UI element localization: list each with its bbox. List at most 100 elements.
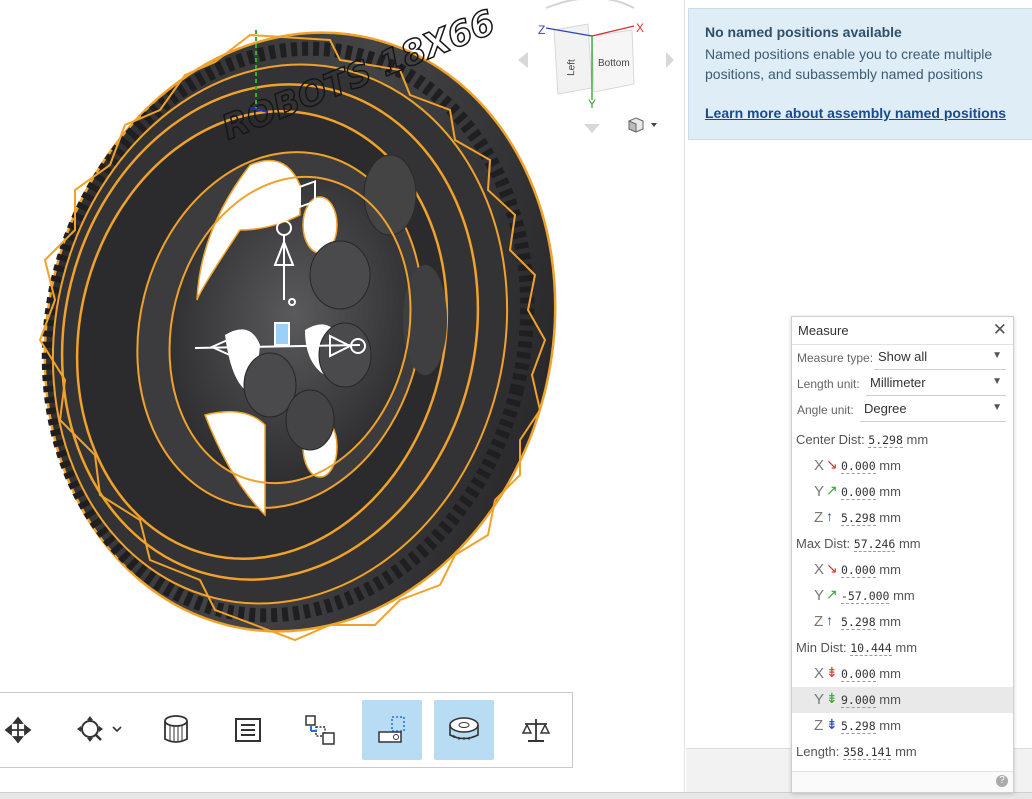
max-dx-row: X ↘ 0.000 mm [792, 557, 1013, 583]
measure-title: Measure [798, 323, 849, 338]
measure-dialog: Measure ✕ Measure type: Show all ▼ Lengt… [791, 316, 1014, 793]
section-view-icon [164, 715, 188, 743]
max-dist-label: Max Dist: [796, 536, 851, 551]
measure-type-select[interactable]: Show all ▼ [874, 347, 1006, 370]
named-positions-info: No named positions available Named posit… [688, 8, 1032, 140]
min-dx-value[interactable]: 0.000 [841, 667, 876, 682]
min-dy-row[interactable]: Y ⇟ 9.000 mm [792, 687, 1013, 713]
center-dz-unit: mm [879, 510, 901, 525]
help-icon[interactable]: ? [996, 775, 1008, 787]
measure-footer: ? [792, 771, 1013, 792]
min-dz-value[interactable]: 5.298 [841, 719, 876, 734]
info-description: Named positions enable you to create mul… [705, 46, 993, 82]
min-dx-row: X ⇟ 0.000 mm [792, 661, 1013, 687]
cube-view-icon [628, 117, 657, 133]
move-icon [4, 716, 32, 744]
view-cube-axis-z: Z [538, 23, 545, 37]
move-button[interactable] [0, 700, 48, 760]
measure-header: Measure ✕ [792, 317, 1013, 345]
max-dx-unit: mm [879, 562, 901, 577]
chevron-down-icon: ▼ [992, 402, 1002, 413]
angle-unit-label: Angle unit: [797, 403, 854, 417]
center-dx-unit: mm [879, 458, 901, 473]
mass-properties-icon [521, 719, 551, 742]
zoom-button[interactable] [58, 700, 138, 760]
view-cube[interactable]: Z X Y Left Bottom [516, 0, 676, 145]
max-dx-value[interactable]: 0.000 [841, 563, 876, 578]
min-dist-unit: mm [895, 640, 918, 655]
center-dist-unit: mm [906, 432, 929, 447]
center-dz-row: Z ↑ 5.298 mm [792, 505, 1013, 531]
chevron-down-icon: ▼ [992, 376, 1002, 387]
min-dz-unit: mm [879, 718, 901, 733]
close-icon[interactable]: ✕ [993, 320, 1007, 340]
named-positions-button[interactable] [362, 700, 422, 760]
z-axis-label: Z [814, 509, 824, 526]
y-axis-label: Y [814, 691, 825, 708]
x-axis-label: X [814, 665, 825, 682]
graphics-viewport[interactable]: ROBOTS 18X66 Z X Y Left Bottom [0, 0, 684, 798]
min-dx-unit: mm [879, 666, 901, 681]
section-view-button[interactable] [146, 700, 206, 760]
max-dist-unit: mm [898, 536, 921, 551]
x-axis-label: X [814, 457, 825, 474]
max-dist-value[interactable]: 57.246 [853, 537, 896, 552]
y-direction-icon: ↗ [826, 482, 838, 498]
center-dy-row: Y ↗ 0.000 mm [792, 479, 1013, 505]
min-dy-unit: mm [879, 692, 901, 707]
measure-type-label: Measure type: [797, 351, 874, 365]
x-parallel-icon: ⇟ [826, 664, 838, 680]
view-cube-axis-y: Y [588, 97, 596, 111]
center-dist-value[interactable]: 5.298 [868, 433, 903, 448]
min-dz-row: Z ⇟ 5.298 mm [792, 713, 1013, 739]
angle-unit-value: Degree [864, 401, 907, 416]
length-unit-select[interactable]: Millimeter ▼ [866, 373, 1006, 396]
center-dy-value[interactable]: 0.000 [841, 485, 876, 500]
explode-button[interactable] [290, 700, 350, 760]
measure-type-value: Show all [878, 349, 928, 364]
z-direction-icon: ↑ [826, 508, 833, 524]
measure-button[interactable] [434, 700, 494, 760]
z-direction-icon: ↑ [826, 612, 833, 628]
center-dx-value[interactable]: 0.000 [841, 459, 876, 474]
view-cube-face-bottom[interactable]: Bottom [598, 58, 630, 69]
x-direction-icon: ↘ [826, 560, 838, 576]
learn-more-link[interactable]: Learn more about assembly named position… [705, 105, 1006, 121]
y-direction-icon: ↗ [826, 586, 838, 602]
max-dz-row: Z ↑ 5.298 mm [792, 609, 1013, 635]
min-dist-value[interactable]: 10.444 [850, 641, 892, 656]
min-dy-value[interactable]: 9.000 [841, 693, 876, 708]
assembly-toolbar [0, 692, 573, 768]
max-dz-value[interactable]: 5.298 [841, 615, 876, 630]
max-dy-value[interactable]: -57.000 [841, 589, 890, 604]
named-positions-icon [378, 716, 405, 743]
length-row: Length: 358.141 mm [792, 739, 1013, 765]
view-cube-face-left[interactable]: Left [566, 59, 578, 76]
max-dist-row: Max Dist: 57.246 mm [792, 531, 1013, 557]
info-title: No named positions available [705, 24, 902, 40]
length-value[interactable]: 358.141 [843, 745, 892, 760]
length-unit-label: Length unit: [797, 377, 860, 391]
mass-properties-button[interactable] [506, 700, 566, 760]
center-dy-unit: mm [879, 484, 901, 499]
list-button[interactable] [218, 700, 278, 760]
max-dz-unit: mm [879, 614, 901, 629]
view-options-dropdown[interactable] [626, 116, 660, 134]
z-axis-label: Z [814, 613, 824, 630]
x-axis-label: X [814, 561, 825, 578]
angle-unit-select[interactable]: Degree ▼ [860, 399, 1006, 422]
min-dist-label: Min Dist: [796, 640, 847, 655]
length-unit-value: Millimeter [870, 375, 926, 390]
zoom-icon [77, 716, 122, 742]
min-dist-row: Min Dist: 10.444 mm [792, 635, 1013, 661]
x-direction-icon: ↘ [826, 456, 838, 472]
y-axis-label: Y [814, 483, 825, 500]
length-label: Length: [796, 744, 840, 759]
z-axis-label: Z [814, 717, 824, 734]
y-axis-label: Y [814, 587, 825, 604]
length-unit: mm [895, 744, 917, 759]
view-cube-axis-x: X [636, 21, 644, 35]
center-dz-value[interactable]: 5.298 [841, 511, 876, 526]
center-dx-row: X ↘ 0.000 mm [792, 453, 1013, 479]
max-dy-unit: mm [893, 588, 915, 603]
